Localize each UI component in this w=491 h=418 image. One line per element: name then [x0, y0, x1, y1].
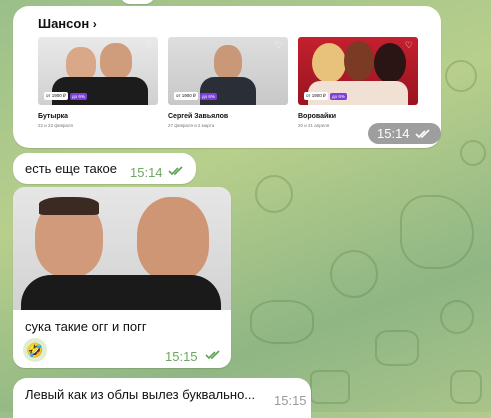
background-doodle [450, 370, 482, 404]
shared-screenshot-message[interactable]: Шансон › ♡ от 1900 ₽ до 6% Бутырка 22 и … [13, 6, 441, 148]
message-time: 15:14 [377, 126, 410, 141]
reaction-emoji[interactable]: 🤣 [23, 338, 47, 362]
photo-message[interactable]: сука такие огг и погг 🤣 15:15 [13, 187, 231, 368]
discount-badge: до 6% [330, 93, 347, 100]
text-message[interactable]: Левый как из облы вылез буквально... 15:… [13, 378, 311, 418]
discount-badge: до 6% [200, 93, 217, 100]
price-label: от 1900 ₽ [304, 92, 328, 100]
event-name: Бутырка [38, 113, 68, 120]
section-title: Шансон › [38, 16, 97, 31]
background-doodle [445, 60, 477, 92]
heart-icon[interactable]: ♡ [275, 40, 283, 51]
event-name: Сергей Завьялов [168, 113, 229, 120]
message-time: 15:15 [165, 349, 198, 364]
background-doodle [250, 300, 314, 344]
background-doodle [310, 370, 350, 404]
event-name: Воровайки [298, 113, 337, 120]
previous-message-bubble [120, 0, 155, 4]
message-photo[interactable] [13, 187, 231, 310]
message-text: Левый как из облы вылез буквально... [25, 387, 256, 402]
message-time: 15:15 [274, 393, 307, 408]
price-label: от 1900 ₽ [44, 92, 68, 100]
event-photo: ♡ от 1900 ₽ до 6% [168, 37, 288, 105]
double-check-icon [168, 166, 183, 176]
price-label: от 1900 ₽ [174, 92, 198, 100]
message-time-pill: 15:14 [368, 123, 441, 144]
chevron-right-icon: › [92, 17, 97, 31]
message-text: сука такие огг и погг [25, 319, 147, 334]
background-doodle [255, 175, 293, 213]
discount-badge: до 6% [70, 93, 87, 100]
double-check-icon [414, 128, 430, 138]
message-time: 15:14 [130, 165, 163, 180]
background-doodle [330, 250, 378, 298]
double-check-icon [205, 350, 220, 360]
chat-screen: { "colors": { "accent": "#5fa052", "bubb… [0, 0, 491, 418]
event-photo: ♡ от 1900 ₽ до 6% [38, 37, 158, 105]
section-title-text: Шансон [38, 16, 90, 31]
heart-icon[interactable]: ♡ [145, 40, 153, 51]
event-card[interactable]: ♡ от 1900 ₽ до 6% Воровайки 20 и 21 апре… [298, 37, 418, 128]
event-card[interactable]: ♡ от 1900 ₽ до 6% Бутырка 22 и 23 феврал… [38, 37, 158, 128]
event-dates: 22 и 23 февраля [38, 123, 73, 128]
background-doodle [460, 140, 486, 166]
shared-screenshot[interactable]: Шансон › ♡ от 1900 ₽ до 6% Бутырка 22 и … [21, 10, 431, 142]
background-doodle [400, 195, 474, 269]
text-message[interactable]: есть еще такое 15:14 [13, 153, 196, 184]
message-text: есть еще такое [25, 161, 118, 176]
background-doodle [375, 330, 419, 366]
heart-icon[interactable]: ♡ [405, 40, 413, 51]
event-dates: 27 февраля и 2 марта [168, 123, 215, 128]
background-doodle [440, 300, 474, 334]
event-card[interactable]: ♡ от 1900 ₽ до 6% Сергей Завьялов 27 фев… [168, 37, 288, 128]
event-photo: ♡ от 1900 ₽ до 6% [298, 37, 418, 105]
